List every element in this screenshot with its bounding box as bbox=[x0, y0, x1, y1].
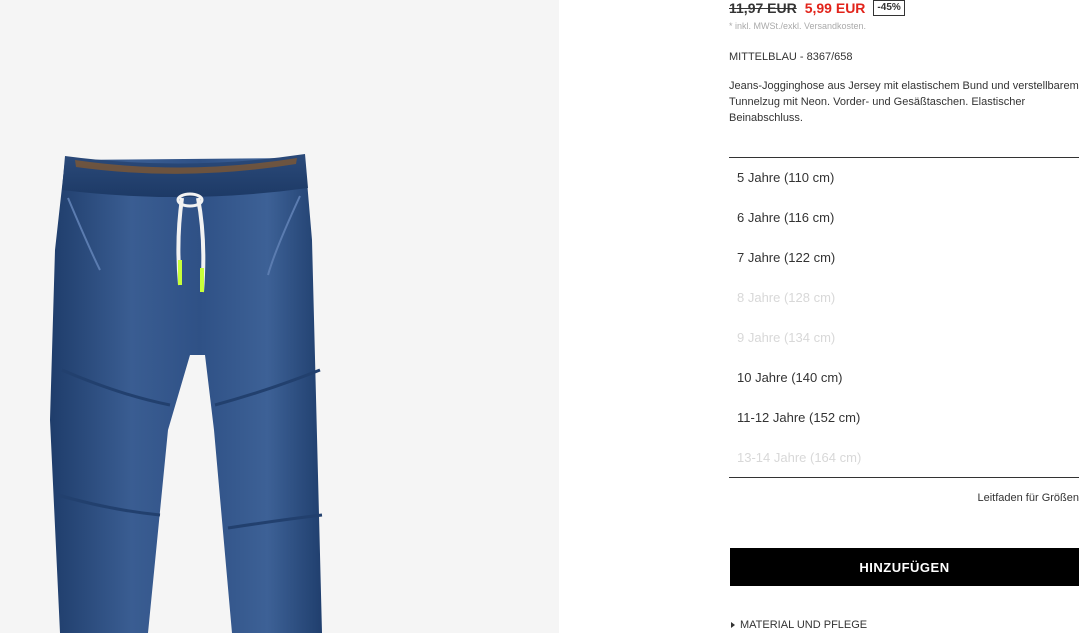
jeans-body bbox=[50, 158, 322, 633]
product-image[interactable] bbox=[0, 0, 559, 633]
product-info: 11,97 EUR 5,99 EUR -45% * inkl. MWSt./ex… bbox=[729, 0, 1079, 633]
size-option-unavailable: 13-14 Jahre (164 cm) bbox=[737, 450, 862, 465]
old-price: 11,97 EUR bbox=[729, 0, 797, 16]
size-option[interactable]: 5 Jahre (110 cm) bbox=[737, 168, 834, 188]
price-row: 11,97 EUR 5,99 EUR -45% bbox=[729, 0, 905, 18]
size-option[interactable]: 7 Jahre (122 cm) bbox=[737, 248, 835, 268]
size-list: 5 Jahre (110 cm) 6 Jahre (116 cm) 7 Jahr… bbox=[729, 157, 1079, 478]
size-option[interactable]: 10 Jahre (140 cm) bbox=[737, 368, 843, 388]
material-care-toggle[interactable]: MATERIAL UND PFLEGE bbox=[731, 619, 867, 631]
sale-price: 5,99 EUR bbox=[804, 0, 866, 16]
size-option[interactable]: 6 Jahre (116 cm) bbox=[737, 208, 834, 228]
caret-right-icon bbox=[731, 622, 735, 628]
jeans-illustration bbox=[50, 154, 323, 633]
material-care-label: MATERIAL UND PFLEGE bbox=[740, 619, 868, 631]
tax-note: * inkl. MWSt./exkl. Versandkosten. bbox=[729, 21, 867, 31]
size-option[interactable]: 11-12 Jahre (152 cm) bbox=[737, 408, 860, 428]
size-option-unavailable: 9 Jahre (134 cm) bbox=[737, 330, 836, 345]
add-to-cart-button[interactable]: HINZUFÜGEN bbox=[730, 548, 1079, 586]
size-option-unavailable: 8 Jahre (128 cm) bbox=[737, 290, 836, 305]
color-reference: MITTELBLAU - 8367/658 bbox=[729, 51, 853, 63]
discount-badge: -45% bbox=[873, 0, 905, 16]
product-description: Jeans-Jogginghose aus Jersey mit elastis… bbox=[729, 80, 1079, 124]
size-guide-link[interactable]: Leitfaden für Größen bbox=[977, 492, 1079, 504]
